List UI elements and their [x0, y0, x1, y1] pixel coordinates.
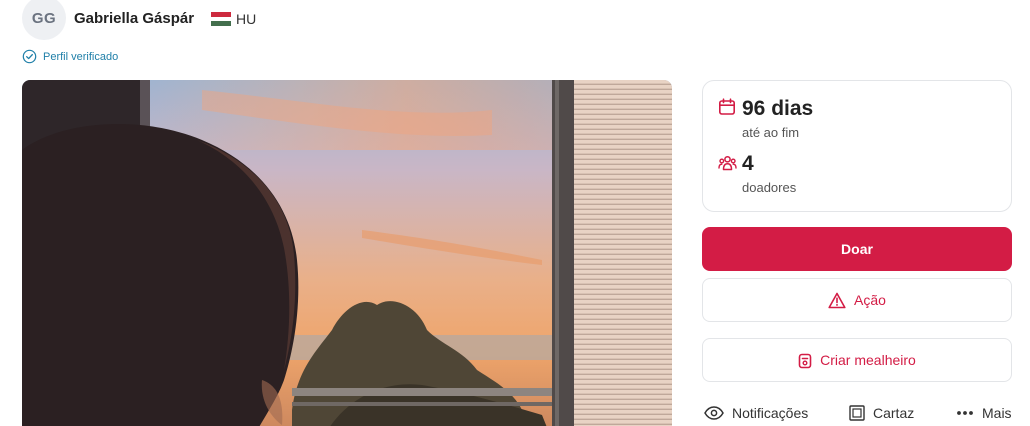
- campaign-stats-card: 96 dias até ao fim 4 doadores: [702, 80, 1012, 212]
- secondary-actions: Notificações Cartaz Mais: [702, 400, 1030, 426]
- eye-icon: [704, 406, 724, 420]
- more-label: Mais: [982, 405, 1012, 421]
- hungary-flag-icon: [211, 12, 231, 27]
- poster-button[interactable]: Cartaz: [849, 405, 914, 421]
- donors-count-value: 4: [742, 152, 754, 175]
- donors-count-label: doadores: [742, 180, 797, 195]
- days-remaining-value: 96 dias: [742, 97, 814, 120]
- action-button[interactable]: Ação: [702, 278, 1012, 322]
- poster-icon: [849, 405, 865, 421]
- verified-badge: Perfil verificado: [22, 49, 118, 64]
- more-icon: [957, 411, 973, 415]
- verified-label: Perfil verificado: [43, 50, 119, 63]
- action-button-label: Ação: [854, 292, 886, 308]
- organizer-name[interactable]: Gabriella Gáspár: [74, 10, 194, 27]
- notifications-button[interactable]: Notificações: [704, 405, 808, 421]
- days-remaining-label: até ao fim: [742, 125, 800, 140]
- create-piggybank-button[interactable]: Criar mealheiro: [702, 338, 1012, 382]
- calendar-icon: [718, 98, 735, 115]
- piggybank-icon: [798, 353, 812, 368]
- create-piggybank-label: Criar mealheiro: [820, 352, 916, 368]
- people-icon: [718, 155, 737, 171]
- more-button[interactable]: Mais: [956, 405, 1012, 421]
- poster-label: Cartaz: [873, 405, 915, 421]
- profile-header: GG Gabriella Gáspár HU: [0, 0, 1030, 40]
- country-code: HU: [236, 11, 257, 27]
- alert-triangle-icon: [828, 292, 846, 308]
- notifications-label: Notificações: [732, 405, 809, 421]
- check-circle-icon: [22, 49, 37, 64]
- campaign-photo[interactable]: [22, 80, 672, 426]
- campaign-image: [22, 80, 672, 426]
- avatar[interactable]: GG: [22, 0, 66, 40]
- donate-button[interactable]: Doar: [702, 227, 1012, 271]
